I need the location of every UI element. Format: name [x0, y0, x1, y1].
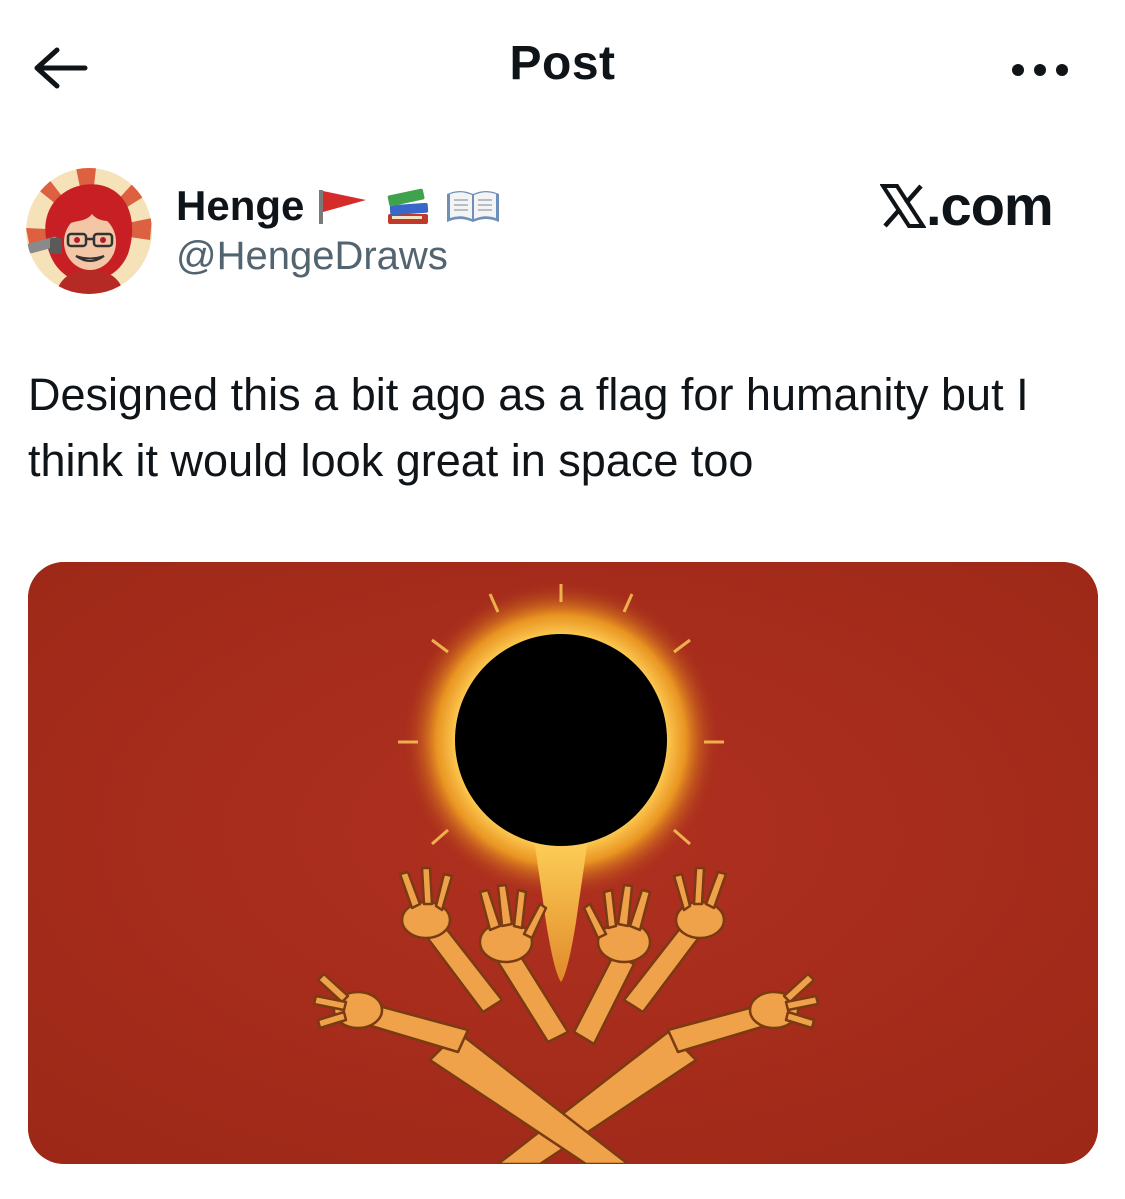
display-name[interactable]: Henge	[176, 185, 304, 227]
x-logo-icon	[880, 184, 926, 228]
author-handle[interactable]: @HengeDraws	[176, 236, 448, 276]
post-image[interactable]	[28, 562, 1098, 1164]
top-bar: Post	[0, 0, 1125, 140]
author-name-row: Henge	[176, 178, 502, 234]
page-title: Post	[509, 37, 616, 90]
red-flag-icon	[316, 186, 370, 226]
more-options-button[interactable]	[1000, 50, 1080, 90]
post-text: Designed this a bit ago as a flag for hu…	[28, 369, 1029, 486]
eclipse-hands-flag-illustration	[28, 562, 1098, 1164]
more-horizontal-icon	[1012, 64, 1068, 76]
open-book-icon	[444, 186, 502, 226]
x-com-watermark: .com	[880, 174, 1054, 237]
books-icon	[382, 184, 432, 228]
x-com-suffix: .com	[926, 174, 1054, 237]
avatar[interactable]	[26, 168, 152, 294]
avatar-illustration	[26, 168, 152, 294]
